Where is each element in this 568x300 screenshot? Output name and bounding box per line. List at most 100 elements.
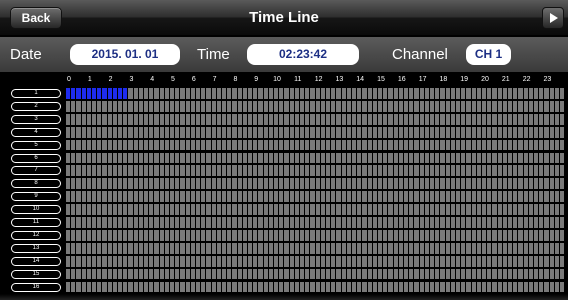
- timeline-cell[interactable]: [232, 281, 237, 293]
- timeline-cell[interactable]: [497, 178, 502, 190]
- timeline-cell[interactable]: [227, 255, 232, 267]
- timeline-cell[interactable]: [492, 217, 497, 228]
- timeline-cell[interactable]: [471, 165, 476, 177]
- timeline-cell[interactable]: [523, 281, 528, 293]
- timeline-cell[interactable]: [305, 217, 310, 228]
- timeline-cell[interactable]: [76, 165, 81, 177]
- timeline-cell[interactable]: [320, 217, 325, 228]
- timeline-cell[interactable]: [341, 113, 346, 125]
- timeline-cell[interactable]: [357, 255, 362, 267]
- timeline-cell[interactable]: [357, 152, 362, 164]
- timeline-cell[interactable]: [315, 217, 320, 228]
- channel-button[interactable]: 9: [11, 192, 61, 202]
- timeline-cell[interactable]: [175, 204, 180, 215]
- timeline-cell[interactable]: [118, 242, 123, 254]
- timeline-cell[interactable]: [346, 113, 351, 125]
- timeline-cell[interactable]: [466, 229, 471, 241]
- timeline-cell[interactable]: [216, 152, 221, 164]
- timeline-cell[interactable]: [560, 113, 565, 125]
- timeline-cell[interactable]: [513, 100, 518, 112]
- timeline-cell[interactable]: [102, 204, 107, 215]
- timeline-cell[interactable]: [222, 113, 227, 125]
- timeline-cell[interactable]: [315, 126, 320, 138]
- timeline-cell[interactable]: [539, 281, 544, 293]
- timeline-cell[interactable]: [513, 255, 518, 267]
- timeline-cell[interactable]: [112, 204, 117, 215]
- timeline-cell[interactable]: [508, 113, 513, 125]
- channel-button[interactable]: 7: [11, 166, 61, 176]
- timeline-cell[interactable]: [248, 281, 253, 293]
- timeline-cell[interactable]: [326, 204, 331, 215]
- timeline-cell[interactable]: [362, 165, 367, 177]
- timeline-cell[interactable]: [154, 165, 159, 177]
- timeline-cell[interactable]: [294, 204, 299, 215]
- timeline-cell[interactable]: [159, 100, 164, 112]
- timeline-cell[interactable]: [341, 152, 346, 164]
- timeline-cell[interactable]: [97, 191, 102, 203]
- timeline-cell[interactable]: [404, 204, 409, 215]
- timeline-cell[interactable]: [367, 268, 372, 280]
- timeline-cell[interactable]: [185, 113, 190, 125]
- timeline-cell[interactable]: [388, 165, 393, 177]
- timeline-cell[interactable]: [227, 126, 232, 138]
- channel-button[interactable]: 15: [11, 269, 61, 279]
- timeline-cell[interactable]: [86, 242, 91, 254]
- timeline-cell[interactable]: [534, 88, 539, 99]
- timeline-cell[interactable]: [170, 229, 175, 241]
- timeline-cell[interactable]: [419, 217, 424, 228]
- timeline-cell[interactable]: [305, 281, 310, 293]
- timeline-cell[interactable]: [232, 113, 237, 125]
- timeline-cell[interactable]: [372, 126, 377, 138]
- timeline-cell[interactable]: [331, 139, 336, 151]
- timeline-cell[interactable]: [315, 242, 320, 254]
- timeline-cell[interactable]: [164, 178, 169, 190]
- timeline-cell[interactable]: [201, 191, 206, 203]
- timeline-cell[interactable]: [388, 242, 393, 254]
- timeline-cell[interactable]: [222, 281, 227, 293]
- timeline-cell[interactable]: [320, 204, 325, 215]
- timeline-cell[interactable]: [128, 126, 133, 138]
- timeline-cell[interactable]: [315, 113, 320, 125]
- timeline-cell[interactable]: [123, 242, 128, 254]
- timeline-cell[interactable]: [424, 113, 429, 125]
- timeline-cell[interactable]: [144, 281, 149, 293]
- timeline-cell[interactable]: [331, 255, 336, 267]
- timeline-cell[interactable]: [154, 126, 159, 138]
- timeline-cell[interactable]: [211, 139, 216, 151]
- timeline-cell[interactable]: [185, 178, 190, 190]
- timeline-cell[interactable]: [487, 100, 492, 112]
- timeline-cell[interactable]: [300, 191, 305, 203]
- timeline-cell[interactable]: [482, 281, 487, 293]
- timeline-cell[interactable]: [466, 217, 471, 228]
- timeline-cell[interactable]: [346, 281, 351, 293]
- timeline-cell[interactable]: [502, 204, 507, 215]
- timeline-cell[interactable]: [315, 88, 320, 99]
- timeline-cell[interactable]: [118, 281, 123, 293]
- timeline-cell[interactable]: [414, 113, 419, 125]
- timeline-cell[interactable]: [175, 100, 180, 112]
- timeline-cell[interactable]: [185, 255, 190, 267]
- timeline-cell[interactable]: [118, 165, 123, 177]
- timeline-cell[interactable]: [471, 139, 476, 151]
- timeline-cell[interactable]: [487, 126, 492, 138]
- timeline-cell[interactable]: [180, 178, 185, 190]
- timeline-cell[interactable]: [523, 113, 528, 125]
- timeline-cell[interactable]: [513, 191, 518, 203]
- timeline-cell[interactable]: [242, 281, 247, 293]
- timeline-cell[interactable]: [523, 242, 528, 254]
- timeline-cell[interactable]: [180, 204, 185, 215]
- timeline-cell[interactable]: [71, 281, 76, 293]
- timeline-cell[interactable]: [424, 126, 429, 138]
- timeline-cell[interactable]: [289, 229, 294, 241]
- timeline-cell[interactable]: [86, 139, 91, 151]
- timeline-cell[interactable]: [227, 229, 232, 241]
- timeline-cell[interactable]: [92, 139, 97, 151]
- timeline-cell[interactable]: [242, 139, 247, 151]
- timeline-cell[interactable]: [144, 191, 149, 203]
- timeline-cell[interactable]: [450, 242, 455, 254]
- timeline-cell[interactable]: [92, 152, 97, 164]
- timeline-cell[interactable]: [237, 165, 242, 177]
- timeline-cell[interactable]: [435, 281, 440, 293]
- timeline-cell[interactable]: [284, 217, 289, 228]
- timeline-cell[interactable]: [419, 229, 424, 241]
